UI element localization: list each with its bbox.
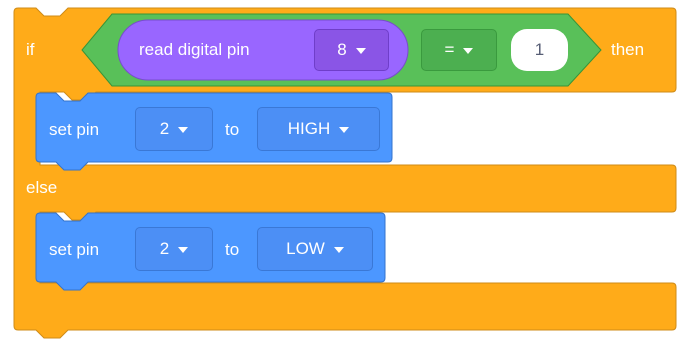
level-low-dropdown[interactable]: LOW bbox=[257, 227, 373, 271]
digital-pin-dropdown[interactable]: 8 bbox=[314, 29, 389, 71]
read-digital-pin-label: read digital pin bbox=[139, 40, 250, 59]
operator-dropdown[interactable]: = bbox=[421, 29, 497, 71]
compare-value-input[interactable]: 1 bbox=[511, 29, 568, 71]
set-pin-label: set pin bbox=[49, 120, 100, 139]
if-label: if bbox=[26, 40, 35, 59]
to-label: to bbox=[225, 120, 240, 139]
compare-value: 1 bbox=[534, 40, 545, 59]
level-high-value: HIGH bbox=[287, 119, 331, 138]
to-label: to bbox=[225, 240, 240, 259]
chevron-down-icon bbox=[463, 48, 474, 54]
then-pin-dropdown[interactable]: 2 bbox=[135, 107, 213, 151]
chevron-down-icon bbox=[355, 48, 366, 54]
then-label: then bbox=[611, 40, 645, 59]
chevron-down-icon bbox=[333, 247, 344, 253]
level-low-value: LOW bbox=[286, 239, 325, 258]
level-high-dropdown[interactable]: HIGH bbox=[257, 107, 380, 151]
else-label: else bbox=[26, 178, 58, 197]
set-pin-label: set pin bbox=[49, 240, 100, 259]
then-pin-value: 2 bbox=[159, 119, 170, 138]
else-pin-value: 2 bbox=[159, 239, 170, 258]
operator-value: = bbox=[444, 40, 455, 59]
chevron-down-icon bbox=[178, 127, 189, 133]
chevron-down-icon bbox=[178, 247, 189, 253]
else-pin-dropdown[interactable]: 2 bbox=[135, 227, 213, 271]
chevron-down-icon bbox=[339, 127, 350, 133]
digital-pin-value: 8 bbox=[337, 40, 347, 59]
